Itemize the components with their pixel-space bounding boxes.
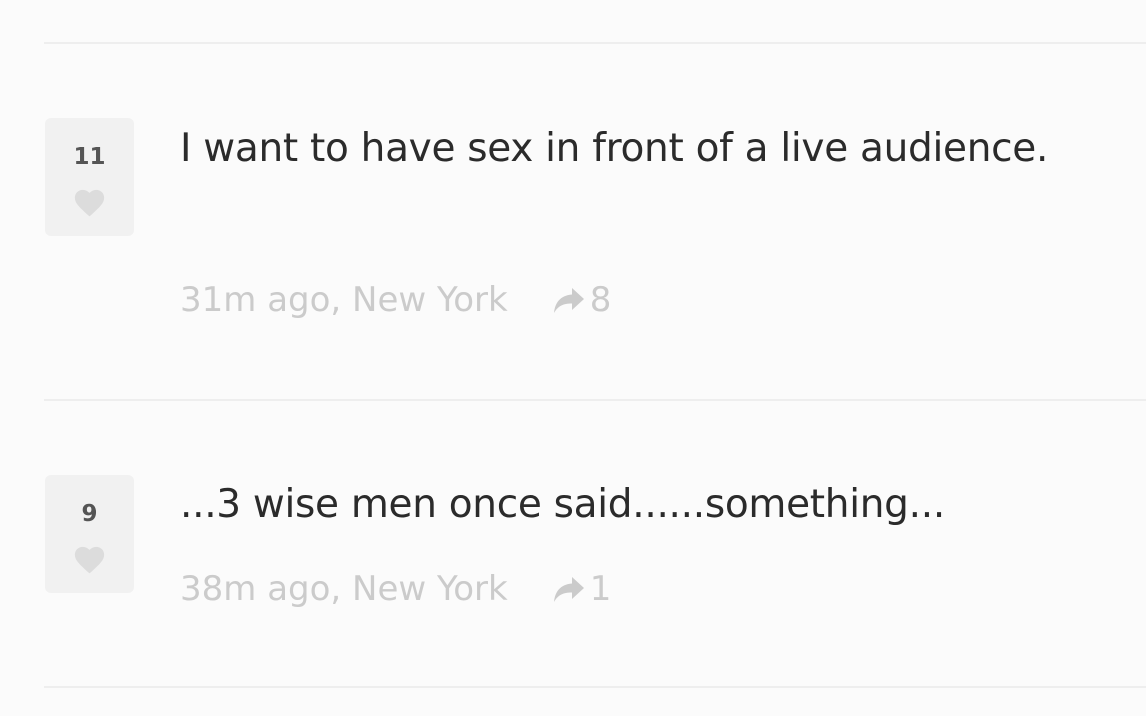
heart-icon[interactable]: [74, 189, 105, 217]
heart-icon[interactable]: [74, 546, 105, 574]
share-count: 1: [589, 569, 612, 609]
post-meta: 31m ago, New York 8: [180, 280, 611, 320]
vote-count: 11: [73, 144, 106, 170]
share-count: 8: [589, 280, 612, 320]
share-arrow-icon: [553, 577, 584, 602]
post-text: ...3 wise men once said......something..…: [180, 482, 945, 527]
share-button[interactable]: 1: [552, 569, 612, 609]
share-arrow-icon: [553, 288, 584, 313]
vote-button[interactable]: 11: [45, 118, 134, 236]
divider-bottom: [44, 686, 1146, 688]
post-meta: 38m ago, New York 1: [180, 569, 611, 609]
divider-middle: [44, 399, 1146, 401]
vote-button[interactable]: 9: [45, 475, 134, 593]
post-text: I want to have sex in front of a live au…: [180, 126, 1049, 171]
vote-count: 9: [81, 501, 98, 527]
post-time-location: 38m ago, New York: [180, 569, 508, 609]
divider-top: [44, 42, 1146, 44]
post-time-location: 31m ago, New York: [180, 280, 508, 320]
share-button[interactable]: 8: [552, 280, 612, 320]
